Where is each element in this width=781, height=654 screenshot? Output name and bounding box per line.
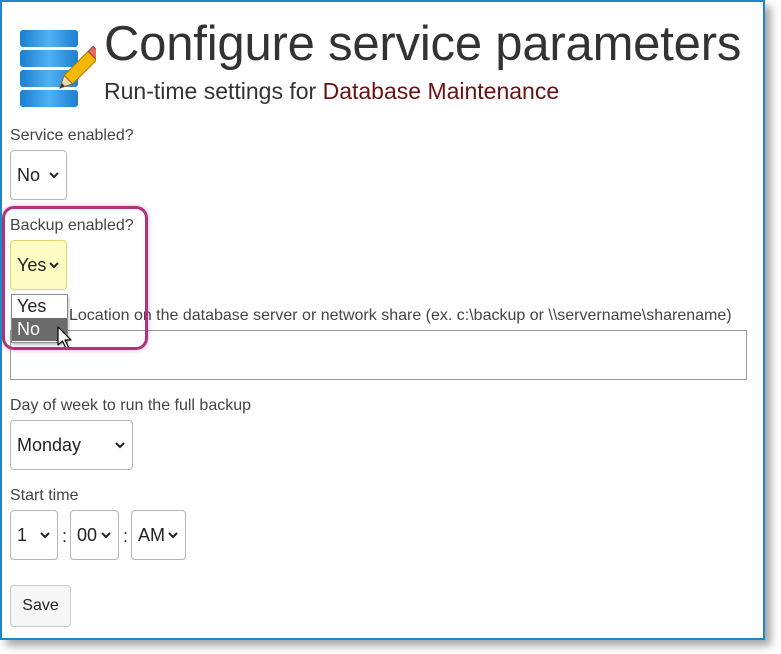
start-ampm-select[interactable]: AM — [131, 510, 186, 560]
chevron-down-icon — [49, 262, 59, 269]
backup-location-label: Location on the database server or netwo… — [69, 307, 732, 324]
day-of-week-value: Monday — [17, 434, 82, 455]
page-title: Configure service parameters — [104, 17, 742, 71]
service-enabled-value: No — [17, 164, 41, 185]
day-of-week-label: Day of week to run the full backup — [10, 397, 252, 414]
day-of-week-select[interactable]: Monday — [10, 420, 133, 470]
backup-enabled-value: Yes — [17, 254, 47, 275]
database-edit-icon — [20, 30, 96, 107]
backup-enabled-select[interactable]: Yes — [10, 240, 67, 290]
start-time-label: Start time — [10, 487, 79, 504]
app-window: Configure service parameters Run-time se… — [0, 0, 765, 640]
backup-location-input[interactable] — [10, 330, 747, 380]
time-separator: : — [62, 526, 68, 546]
service-enabled-select[interactable]: No — [10, 150, 67, 200]
chevron-down-icon — [168, 532, 178, 539]
service-name: Database Maintenance — [322, 78, 560, 104]
start-ampm-value: AM — [138, 524, 165, 545]
chevron-down-icon — [49, 172, 59, 179]
page-subtitle: Run-time settings for Database Maintenan… — [104, 78, 559, 105]
chevron-down-icon — [101, 532, 111, 539]
backup-enabled-label: Backup enabled? — [10, 217, 134, 234]
subtitle-prefix: Run-time settings for — [104, 78, 317, 104]
time-separator: : — [123, 526, 129, 546]
save-button[interactable]: Save — [10, 585, 71, 627]
start-minute-select[interactable]: 00 — [70, 510, 119, 560]
chevron-down-icon — [40, 532, 50, 539]
dropdown-option-yes[interactable]: Yes — [12, 295, 67, 318]
service-enabled-label: Service enabled? — [10, 127, 134, 144]
chevron-down-icon — [115, 442, 125, 449]
start-hour-select[interactable]: 1 — [10, 510, 58, 560]
start-minute-value: 00 — [77, 524, 98, 545]
mouse-pointer-icon — [57, 326, 72, 350]
start-hour-value: 1 — [17, 524, 28, 545]
